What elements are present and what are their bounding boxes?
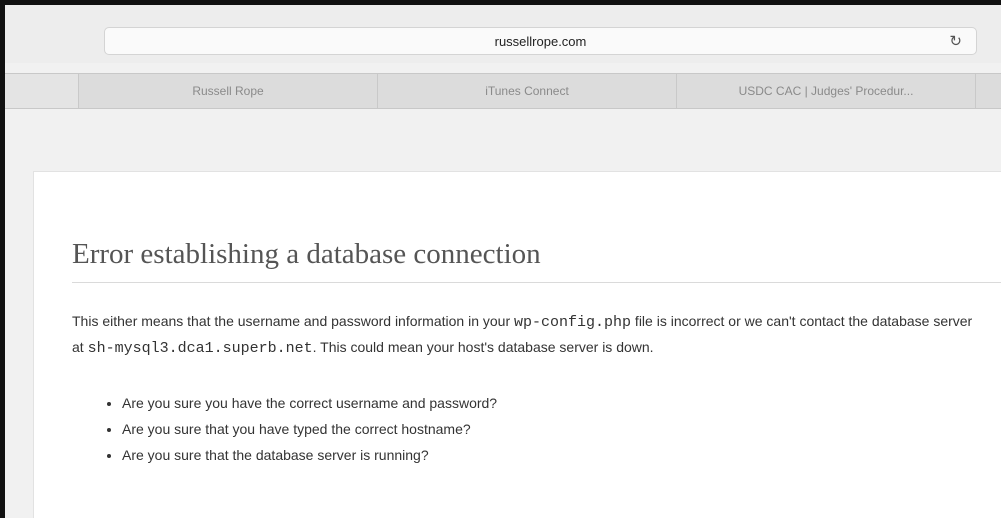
list-item: Are you sure that the database server is… bbox=[122, 442, 497, 468]
browser-window: russellrope.com ↻ Russell Rope iTunes Co… bbox=[0, 0, 1001, 518]
list-item: Are you sure you have the correct userna… bbox=[122, 390, 497, 416]
error-text-part3: . This could mean your host's database s… bbox=[312, 339, 654, 355]
browser-toolbar: russellrope.com ↻ bbox=[5, 5, 1001, 63]
favorites-bar: Russell Rope iTunes Connect USDC CAC | J… bbox=[5, 73, 1001, 109]
favorite-itunes-connect[interactable]: iTunes Connect bbox=[378, 74, 677, 108]
troubleshooting-list: Are you sure you have the correct userna… bbox=[100, 390, 497, 468]
error-text-part1: This either means that the username and … bbox=[72, 313, 515, 329]
title-divider bbox=[72, 282, 1001, 283]
page-content-area: Error establishing a database connection… bbox=[5, 109, 1001, 518]
list-item: Are you sure that you have typed the cor… bbox=[122, 416, 497, 442]
error-description: This either means that the username and … bbox=[72, 309, 977, 361]
error-title: Error establishing a database connection bbox=[72, 238, 541, 270]
database-host: sh-mysql3.dca1.superb.net bbox=[87, 340, 313, 357]
favorite-russell-rope[interactable]: Russell Rope bbox=[79, 74, 378, 108]
address-bar[interactable]: russellrope.com ↻ bbox=[104, 27, 977, 55]
reload-icon[interactable]: ↻ bbox=[949, 32, 962, 50]
favorites-gutter bbox=[5, 74, 79, 108]
url-text[interactable]: russellrope.com bbox=[105, 34, 976, 49]
favorite-usdc-cac[interactable]: USDC CAC | Judges' Procedur... bbox=[677, 74, 976, 108]
error-card: Error establishing a database connection… bbox=[33, 171, 1001, 518]
config-filename: wp-config.php bbox=[514, 314, 632, 331]
